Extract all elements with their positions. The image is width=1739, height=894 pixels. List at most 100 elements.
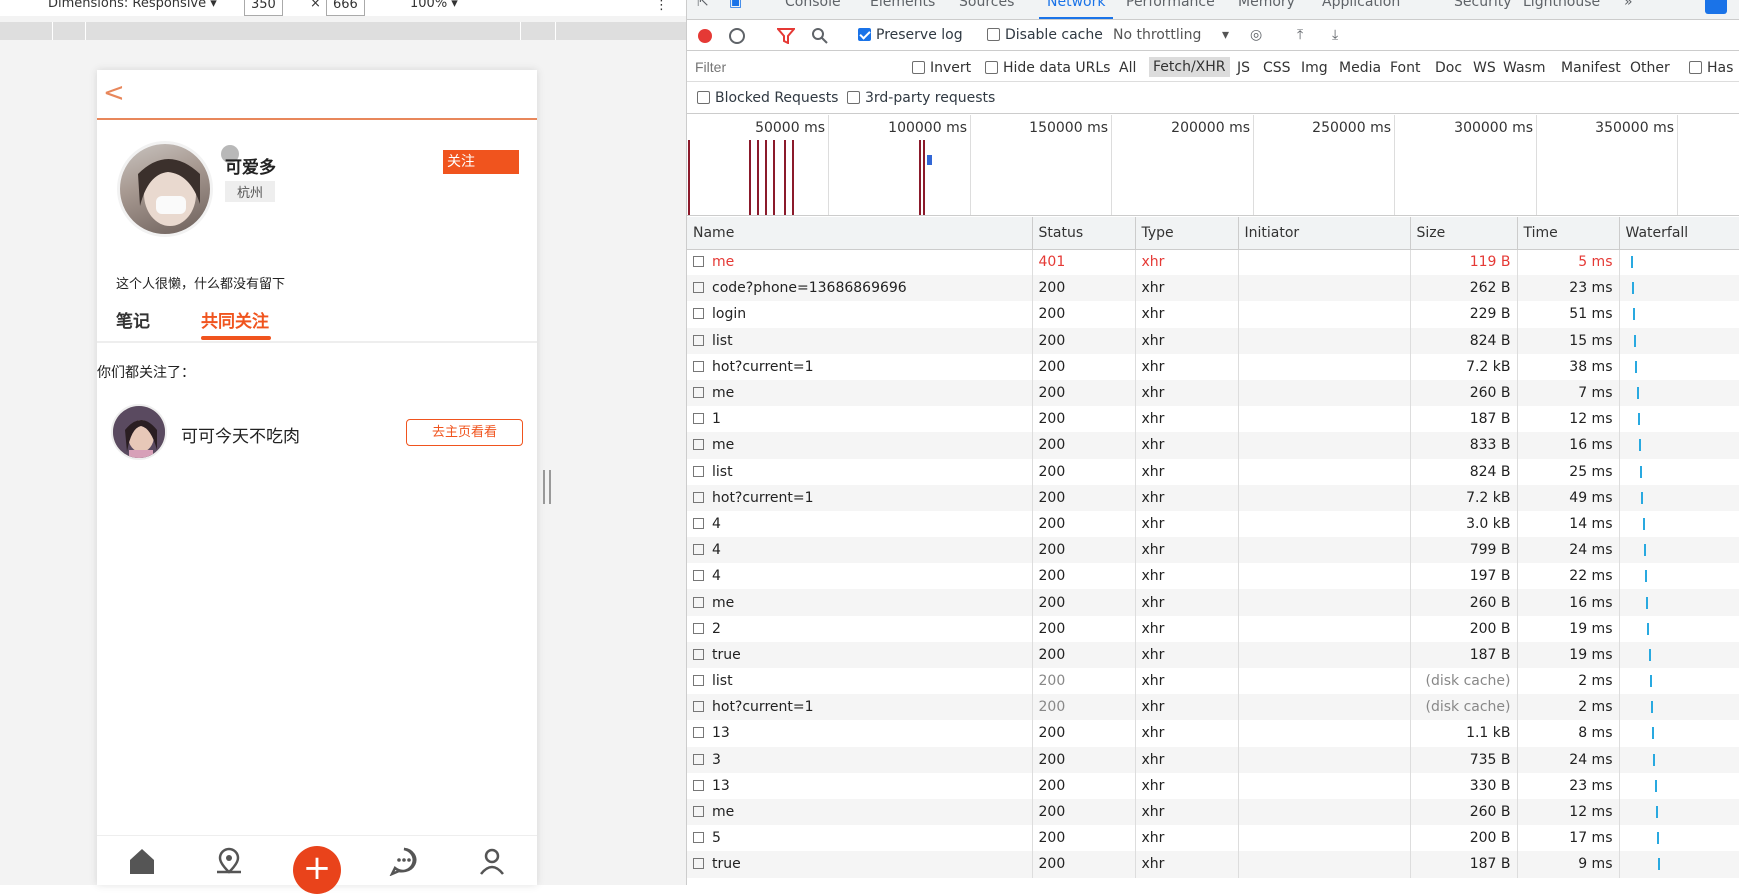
col-size[interactable]: Size [1410, 217, 1518, 250]
request-name[interactable]: 1 [687, 406, 1033, 433]
map-pin-icon[interactable] [214, 846, 244, 876]
import-har-icon[interactable]: ⤒ [1297, 27, 1303, 43]
table-row[interactable]: hot?current=1 200 xhr (disk cache) 2 ms [687, 694, 1739, 721]
row-checkbox[interactable] [693, 544, 704, 556]
request-name[interactable]: true [687, 851, 1033, 878]
row-checkbox[interactable] [693, 858, 704, 870]
request-name[interactable]: 3 [687, 746, 1033, 773]
filter-manifest[interactable]: Manifest [1561, 60, 1621, 76]
invert-checkbox[interactable]: Invert [912, 60, 971, 76]
filter-font[interactable]: Font [1390, 60, 1420, 76]
row-checkbox[interactable] [693, 491, 704, 503]
clear-icon[interactable] [729, 28, 745, 44]
tab-security[interactable]: Security [1454, 0, 1512, 10]
disable-cache-checkbox[interactable]: Disable cache [987, 27, 1103, 43]
device-toggle-icon[interactable]: ▣ [729, 0, 742, 10]
tab-memory[interactable]: Memory [1238, 0, 1295, 10]
search-icon[interactable] [811, 27, 829, 45]
request-name[interactable]: 4 [687, 537, 1033, 564]
table-row[interactable]: me 200 xhr 833 B 16 ms [687, 432, 1739, 459]
hide-data-urls-checkbox[interactable]: Hide data URLs [985, 60, 1110, 76]
request-name[interactable]: 13 [687, 720, 1033, 747]
table-row[interactable]: list 200 xhr 824 B 25 ms [687, 458, 1739, 485]
table-row[interactable]: list 200 xhr 824 B 15 ms [687, 327, 1739, 354]
filter-js[interactable]: JS [1237, 60, 1250, 76]
table-row[interactable]: true 200 xhr 187 B9 ms [687, 851, 1739, 878]
tab-application[interactable]: Application [1322, 0, 1400, 10]
blocked-requests-checkbox[interactable]: Blocked Requests [697, 90, 838, 106]
row-checkbox[interactable] [693, 360, 704, 372]
row-checkbox[interactable] [693, 256, 704, 268]
table-row[interactable]: 4 200 xhr 197 B 22 ms [687, 563, 1739, 590]
tab-notes[interactable]: 笔记 [116, 307, 150, 332]
filter-media[interactable]: Media [1339, 60, 1381, 76]
tab-elements[interactable]: Elements [870, 0, 935, 10]
overview-timeline[interactable]: 50000 ms 100000 ms 150000 ms 200000 ms 2… [687, 115, 1739, 216]
filter-input[interactable] [693, 56, 893, 78]
row-checkbox[interactable] [693, 413, 704, 425]
profile-icon[interactable] [477, 846, 507, 876]
add-post-button[interactable]: + [293, 846, 341, 894]
row-checkbox[interactable] [693, 648, 704, 660]
network-conditions-icon[interactable]: ◎ [1250, 27, 1262, 43]
row-checkbox[interactable] [693, 334, 704, 346]
friend-avatar[interactable] [111, 404, 167, 460]
request-name[interactable]: me [687, 589, 1033, 616]
request-name[interactable]: login [687, 301, 1033, 328]
zoom-select[interactable]: 100% ▾ [410, 0, 458, 11]
request-name[interactable]: me [687, 432, 1033, 459]
row-checkbox[interactable] [693, 675, 704, 687]
request-name[interactable]: me [687, 379, 1033, 407]
tab-performance[interactable]: Performance [1126, 0, 1215, 10]
table-row[interactable]: 4 200 xhr 3.0 kB 14 ms [687, 510, 1739, 538]
table-row[interactable]: 13 200 xhr 1.1 kB 8 ms [687, 720, 1739, 747]
filter-css[interactable]: CSS [1263, 60, 1291, 76]
request-name[interactable]: hot?current=1 [687, 484, 1033, 511]
table-row[interactable]: me 200 xhr 260 B 12 ms [687, 798, 1739, 826]
table-row[interactable]: 1 200 xhr 187 B 12 ms [687, 406, 1739, 433]
col-initiator[interactable]: Initiator [1238, 217, 1411, 250]
follow-button[interactable]: 关注 [443, 150, 519, 174]
tab-lighthouse[interactable]: Lighthouse [1523, 0, 1600, 10]
dimensions-select[interactable]: Dimensions: Responsive ▾ [48, 0, 217, 11]
table-row[interactable]: 4 200 xhr 799 B 24 ms [687, 537, 1739, 564]
table-row[interactable]: me 200 xhr 260 B 16 ms [687, 589, 1739, 616]
friend-name[interactable]: 可可今天不吃肉 [181, 422, 300, 447]
tab-console[interactable]: Console [785, 0, 841, 10]
row-checkbox[interactable] [693, 701, 704, 713]
visit-profile-button[interactable]: 去主页看看 [406, 419, 523, 446]
row-checkbox[interactable] [693, 570, 704, 582]
request-name[interactable]: code?phone=13686869696 [687, 275, 1033, 302]
more-options-icon[interactable]: ⋮ [655, 0, 668, 13]
row-checkbox[interactable] [693, 596, 704, 608]
row-checkbox[interactable] [693, 779, 704, 791]
row-checkbox[interactable] [693, 308, 704, 320]
table-row[interactable]: 13 200 xhr 330 B 23 ms [687, 772, 1739, 799]
table-row[interactable]: list 200 xhr (disk cache) 2 ms [687, 668, 1739, 695]
request-name[interactable]: 4 [687, 510, 1033, 538]
request-name[interactable]: hot?current=1 [687, 694, 1033, 721]
filter-other[interactable]: Other [1630, 60, 1670, 76]
filter-all[interactable]: All [1119, 60, 1136, 76]
row-checkbox[interactable] [693, 832, 704, 844]
request-name[interactable]: 13 [687, 772, 1033, 799]
export-har-icon[interactable]: ⤓ [1332, 27, 1338, 43]
preserve-log-checkbox[interactable]: Preserve log [858, 27, 963, 43]
table-row[interactable]: me 200 xhr 260 B7 ms [687, 379, 1739, 407]
table-row[interactable]: 2 200 xhr 200 B 19 ms [687, 615, 1739, 642]
filter-ws[interactable]: WS [1473, 60, 1496, 76]
row-checkbox[interactable] [693, 282, 704, 294]
request-name[interactable]: 5 [687, 825, 1033, 852]
row-checkbox[interactable] [693, 439, 704, 451]
request-name[interactable]: 4 [687, 563, 1033, 590]
table-row[interactable]: me 401 xhr 119 B5 ms [687, 249, 1739, 276]
filter-img[interactable]: Img [1301, 60, 1328, 76]
col-waterfall[interactable]: Waterfall [1619, 217, 1739, 250]
request-name[interactable]: list [687, 327, 1033, 354]
col-type[interactable]: Type [1135, 217, 1239, 250]
tab-network[interactable]: Network [1039, 0, 1114, 19]
filter-fetch-xhr[interactable]: Fetch/XHR [1149, 57, 1230, 77]
col-name[interactable]: Name [687, 217, 1033, 250]
request-name[interactable]: list [687, 458, 1033, 485]
filter-icon[interactable] [777, 28, 795, 44]
